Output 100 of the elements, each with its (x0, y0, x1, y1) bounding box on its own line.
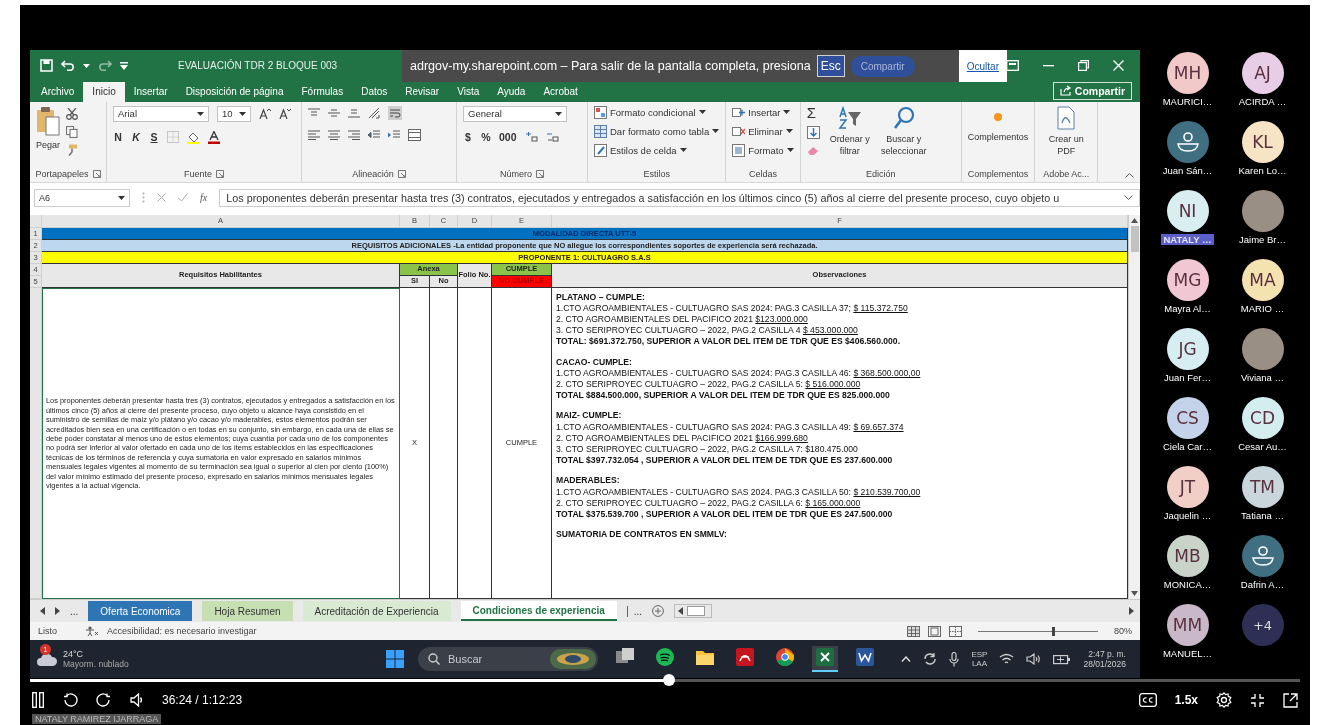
normal-view-icon[interactable] (907, 625, 920, 637)
dialog-launcher-icon[interactable] (397, 170, 406, 179)
undo-icon[interactable] (61, 60, 75, 72)
ribbon-tab[interactable]: Acrobat (534, 81, 587, 102)
captions-icon[interactable] (1138, 693, 1157, 707)
battery-icon[interactable] (1053, 653, 1072, 665)
ribbon-command[interactable]: Formato condicional (594, 105, 720, 119)
temperature[interactable]: 24°C (63, 649, 129, 659)
caret-icon[interactable] (83, 63, 90, 68)
avatar[interactable]: MA (1241, 259, 1284, 301)
avatar[interactable] (1241, 535, 1284, 577)
brush-icon[interactable] (66, 143, 79, 156)
forward-icon[interactable] (96, 693, 112, 707)
find-button[interactable]: Buscar y seleccionar (879, 105, 928, 157)
left-arrow-icon[interactable] (678, 607, 684, 616)
more-participants-button[interactable]: +4 (1241, 604, 1284, 646)
taskbar-app[interactable] (812, 646, 838, 672)
right-arrow-icon[interactable] (1129, 607, 1134, 616)
orientation-icon[interactable] (368, 106, 380, 119)
ribbon-tab[interactable]: Disposición de página (176, 81, 293, 102)
decrease-decimal-icon[interactable] (545, 131, 559, 143)
merge-icon[interactable] (408, 128, 421, 141)
more-sheets-button[interactable]: ... (70, 605, 79, 617)
avatar[interactable]: KL (1241, 121, 1284, 163)
previous-sheet-icon[interactable] (40, 607, 45, 616)
ribbon-command[interactable]: Formato (732, 143, 794, 157)
align-center-icon[interactable] (328, 129, 340, 140)
ribbon-command[interactable]: Eliminar (732, 124, 794, 138)
progress-handle[interactable] (662, 674, 675, 686)
scroll-thumb[interactable] (687, 606, 706, 617)
page-break-icon[interactable] (949, 625, 962, 637)
speed-button[interactable]: 1.5x (1174, 693, 1198, 707)
volume-icon[interactable] (1026, 653, 1042, 665)
font-style-button[interactable]: S (149, 131, 159, 144)
scroll-thumb[interactable] (1130, 225, 1139, 252)
shrink-font-icon[interactable] (279, 108, 291, 120)
photo-placeholder[interactable] (1241, 328, 1284, 370)
redo-icon[interactable] (98, 60, 112, 72)
font-style-button[interactable]: N (113, 131, 123, 144)
popout-icon[interactable] (1283, 692, 1298, 708)
customize-icon[interactable] (120, 61, 128, 70)
restore-icon[interactable] (1078, 60, 1089, 72)
avatar[interactable]: TM (1241, 466, 1284, 508)
autosum-button[interactable]: Σ (806, 105, 820, 120)
avatar[interactable]: AJ (1241, 52, 1284, 94)
sort-filter-button[interactable]: Ordenar y filtrar (825, 105, 874, 157)
outdent-icon[interactable] (368, 129, 380, 140)
save-icon[interactable] (40, 59, 53, 73)
sheet-tab[interactable]: Condiciones de experiencia (460, 601, 617, 622)
ribbon-tab[interactable]: Fórmulas (292, 81, 353, 102)
close-icon[interactable] (1113, 60, 1124, 72)
align-right-icon[interactable] (348, 129, 360, 140)
exit-fullscreen-icon[interactable] (1250, 692, 1265, 708)
page-layout-icon[interactable] (928, 625, 941, 637)
number-format-button[interactable]: % (481, 130, 491, 143)
horizontal-scrollbar[interactable] (674, 604, 713, 619)
language-indicator[interactable]: ESP LAA (971, 650, 988, 668)
chevron-up-icon[interactable] (901, 656, 912, 662)
ribbon-tab[interactable]: Vista (448, 81, 489, 102)
number-format-button[interactable]: $ (463, 130, 473, 143)
ribbon-command[interactable]: Dar formato como tabla (594, 124, 720, 138)
avatar[interactable]: CS (1166, 397, 1209, 439)
add-sheet-icon[interactable] (652, 605, 665, 618)
name-box[interactable]: A6 (34, 188, 130, 207)
share-button[interactable]: Compartir (1052, 81, 1132, 100)
zoom-thumb[interactable] (1052, 626, 1056, 636)
sync-icon[interactable] (923, 652, 938, 666)
number-format-field[interactable]: General (463, 105, 567, 122)
up-arrow-icon[interactable] (1131, 217, 1138, 223)
sheet-tab[interactable]: Hoja Resumen (202, 601, 293, 622)
wrap-text-icon[interactable] (388, 105, 402, 120)
ribbon-tab[interactable]: Revisar (396, 81, 449, 102)
increase-decimal-icon[interactable] (524, 131, 538, 143)
ribbon-command[interactable]: Estilos de celda (594, 143, 720, 157)
down-arrow-icon[interactable] (1131, 591, 1138, 597)
search-field[interactable]: Buscar (418, 647, 598, 671)
volume-icon[interactable] (130, 693, 144, 707)
ribbon-command[interactable]: Complementos (967, 105, 1029, 143)
ribbon-tab[interactable]: Insertar (124, 81, 177, 102)
indent-icon[interactable] (388, 129, 400, 140)
clock[interactable]: 2:47 p. m. 28/01/2026 (1083, 649, 1126, 669)
pause-icon[interactable] (32, 692, 44, 708)
accessibility-status[interactable]: Accesibilidad: es necesario investigar (107, 626, 257, 637)
fill-down-icon[interactable] (806, 125, 820, 139)
expand-icon[interactable] (1124, 195, 1133, 201)
wifi-icon[interactable] (999, 653, 1015, 665)
align-left-icon[interactable] (308, 129, 320, 140)
avatar[interactable]: JT (1166, 466, 1209, 508)
dialog-launcher-icon[interactable] (536, 170, 544, 179)
hide-link[interactable]: Ocultar (966, 60, 999, 72)
font-style-button[interactable]: K (131, 131, 141, 144)
minimize-icon[interactable] (1043, 64, 1054, 67)
formula-field[interactable]: Los proponentes deberán presentar hasta tres (3) contratos, ejecutados y entregados a satisfacción en los últimos cinco (5) años al cierre del presente proceso, cuyo objeto u (219, 188, 1140, 207)
insert-function-button[interactable]: fx (200, 192, 208, 204)
microphone-icon[interactable] (949, 651, 960, 667)
zoom-level[interactable]: 80% (1114, 626, 1132, 637)
photo-placeholder[interactable] (1241, 190, 1284, 232)
sheet-tab[interactable]: Acreditación de Experiencia (302, 601, 451, 622)
rewind-icon[interactable] (62, 693, 78, 707)
ribbon-tab[interactable]: Inicio (83, 81, 125, 102)
